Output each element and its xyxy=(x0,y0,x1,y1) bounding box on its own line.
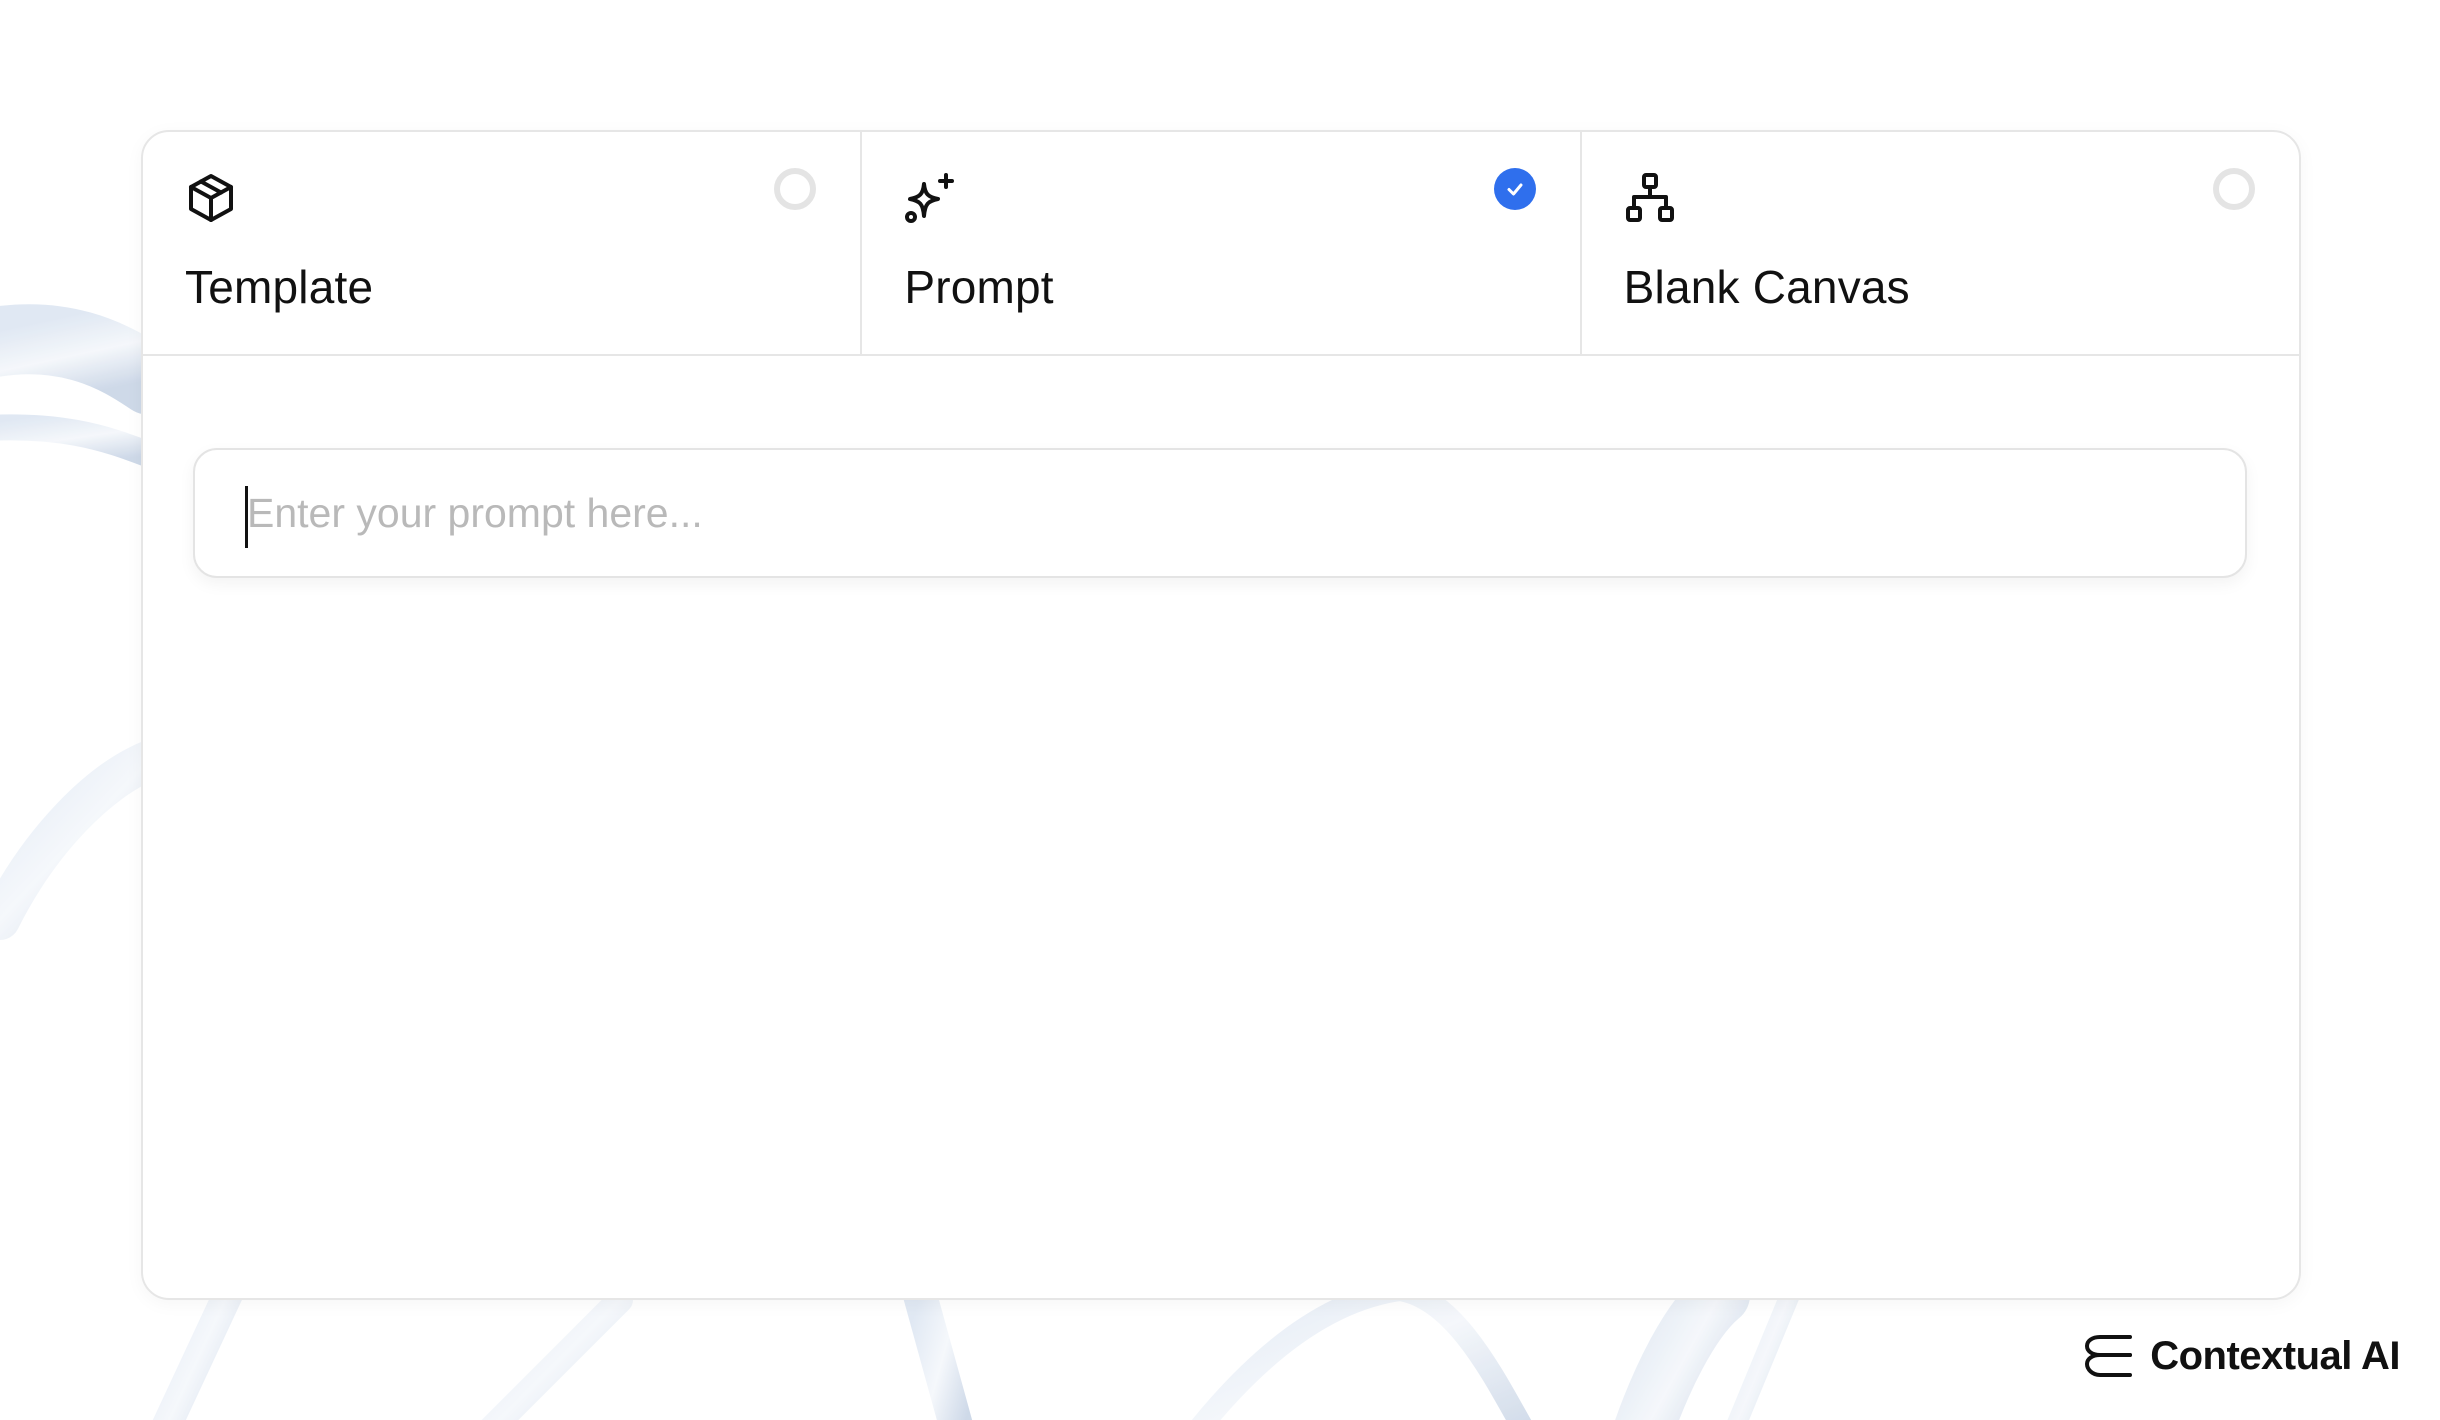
option-blank-canvas[interactable]: Blank Canvas xyxy=(1582,132,2299,354)
option-prompt-label: Prompt xyxy=(904,261,1054,313)
prompt-box xyxy=(193,448,2247,578)
text-caret xyxy=(245,486,248,548)
hierarchy-icon xyxy=(1622,170,1678,226)
option-blank-canvas-radio[interactable] xyxy=(2212,168,2255,210)
option-template[interactable]: Template xyxy=(143,132,863,354)
option-template-radio[interactable] xyxy=(774,168,817,210)
option-blank-canvas-label: Blank Canvas xyxy=(1623,261,1910,313)
brand-name: Contextual AI xyxy=(2150,1333,2400,1378)
option-prompt[interactable]: Prompt xyxy=(862,132,1582,354)
sparkles-icon xyxy=(902,170,958,226)
contextual-logo-icon xyxy=(2082,1331,2138,1381)
creation-card: Template Prompt Blank Canvas Enter your … xyxy=(141,130,2301,1300)
prompt-input[interactable] xyxy=(243,450,2223,576)
brand-logo: Contextual AI xyxy=(2082,1328,2400,1384)
page: Template Prompt Blank Canvas Enter your … xyxy=(0,0,2440,1420)
option-template-label: Template xyxy=(185,261,374,313)
creation-mode-options: Template Prompt Blank Canvas xyxy=(143,132,2299,356)
option-prompt-radio-checked[interactable] xyxy=(1493,168,1536,210)
checkmark-icon xyxy=(1507,183,1523,196)
cube-icon xyxy=(183,170,239,226)
